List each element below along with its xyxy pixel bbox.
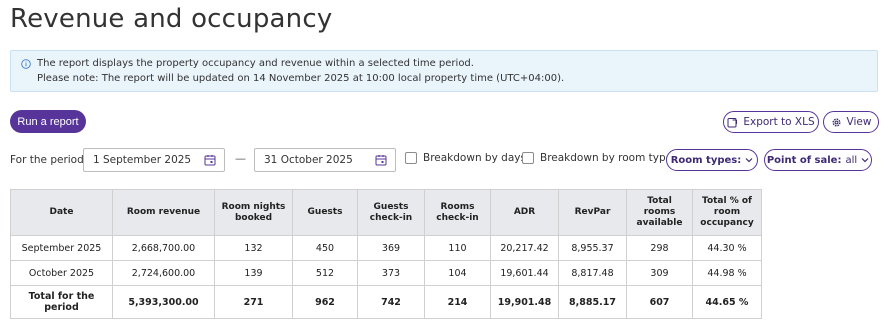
checkbox-box[interactable] (405, 152, 417, 164)
table-cell: 110 (424, 235, 491, 261)
column-header: Guests (292, 189, 358, 236)
table-cell: Total for the period (10, 285, 113, 319)
table-cell: 104 (424, 260, 491, 286)
date-from-value: 1 September 2025 (93, 154, 192, 166)
column-header: Guests check-in (357, 189, 425, 236)
table-header-row: Date Room revenue Room nights booked Gue… (10, 189, 762, 236)
table-cell: September 2025 (10, 235, 113, 261)
table-cell: 962 (292, 285, 358, 319)
table-cell: 19,901.48 (490, 285, 559, 319)
table-cell: 20,217.42 (490, 235, 559, 261)
table-cell: 8,955.37 (558, 235, 627, 261)
run-report-button[interactable]: Run a report (10, 110, 86, 133)
date-to-input[interactable]: 31 October 2025 (254, 148, 396, 172)
room-types-dropdown[interactable]: Room types: (666, 149, 758, 171)
point-of-sale-value: all (845, 154, 858, 166)
breakdown-room-types-label: Breakdown by room types (540, 152, 678, 164)
view-button[interactable]: View (823, 111, 879, 133)
date-to-value: 31 October 2025 (264, 154, 353, 166)
column-header: Total rooms available (626, 189, 693, 236)
column-header: Room nights booked (214, 189, 293, 236)
table-cell: 44.30 % (692, 235, 762, 261)
table-cell: 44.98 % (692, 260, 762, 286)
column-header: Room revenue (112, 189, 215, 236)
table-cell: 742 (357, 285, 425, 319)
table-cell: 369 (357, 235, 425, 261)
table-cell: 8,817.48 (558, 260, 627, 286)
view-label: View (846, 116, 872, 128)
table-cell: 450 (292, 235, 358, 261)
calendar-icon (375, 155, 387, 166)
chevron-down-icon (861, 158, 869, 163)
point-of-sale-label: Point of sale: (766, 154, 842, 166)
info-banner: The report displays the property occupan… (10, 50, 878, 92)
chevron-down-icon (745, 158, 753, 163)
breakdown-days-checkbox[interactable]: Breakdown by days (405, 152, 526, 164)
table-cell: 8,885.17 (558, 285, 627, 319)
report-table: Date Room revenue Room nights booked Gue… (10, 189, 762, 319)
breakdown-room-types-checkbox[interactable]: Breakdown by room types (522, 152, 678, 164)
calendar-icon (204, 155, 216, 166)
table-cell: 373 (357, 260, 425, 286)
point-of-sale-dropdown[interactable]: Point of sale: all (764, 149, 872, 171)
column-header: ADR (490, 189, 559, 236)
info-icon (21, 59, 31, 69)
export-label: Export to XLS (743, 116, 815, 128)
table-cell: 271 (214, 285, 293, 319)
column-header: Rooms check-in (424, 189, 491, 236)
column-header: Date (10, 189, 113, 236)
table-total-row: Total for the period 5,393,300.00 271 96… (10, 285, 762, 319)
room-types-label: Room types: (670, 154, 742, 166)
export-xls-button[interactable]: Export to XLS (723, 111, 819, 133)
date-separator: — (235, 152, 246, 165)
page-title: Revenue and occupancy (10, 4, 333, 34)
table-cell: 5,393,300.00 (112, 285, 215, 319)
table-cell: 298 (626, 235, 693, 261)
table-row: October 2025 2,724,600.00 139 512 373 10… (10, 260, 762, 286)
export-icon (727, 117, 738, 127)
table-row: September 2025 2,668,700.00 132 450 369 … (10, 235, 762, 261)
table-cell: 214 (424, 285, 491, 319)
column-header: RevPar (558, 189, 627, 236)
checkbox-box[interactable] (522, 152, 534, 164)
gear-icon (832, 118, 841, 126)
period-label: For the period (10, 154, 84, 166)
table-cell: 607 (626, 285, 693, 319)
date-from-input[interactable]: 1 September 2025 (83, 148, 225, 172)
column-header: Total % of room occupancy (692, 189, 762, 236)
table-cell: 139 (214, 260, 293, 286)
table-cell: 512 (292, 260, 358, 286)
table-cell: 132 (214, 235, 293, 261)
table-cell: 44.65 % (692, 285, 762, 319)
table-cell: 19,601.44 (490, 260, 559, 286)
table-cell: October 2025 (10, 260, 113, 286)
table-cell: 2,668,700.00 (112, 235, 215, 261)
table-cell: 309 (626, 260, 693, 286)
info-line-2: Please note: The report will be updated … (37, 73, 565, 84)
info-line-1: The report displays the property occupan… (37, 58, 474, 69)
table-cell: 2,724,600.00 (112, 260, 215, 286)
breakdown-days-label: Breakdown by days (423, 152, 526, 164)
